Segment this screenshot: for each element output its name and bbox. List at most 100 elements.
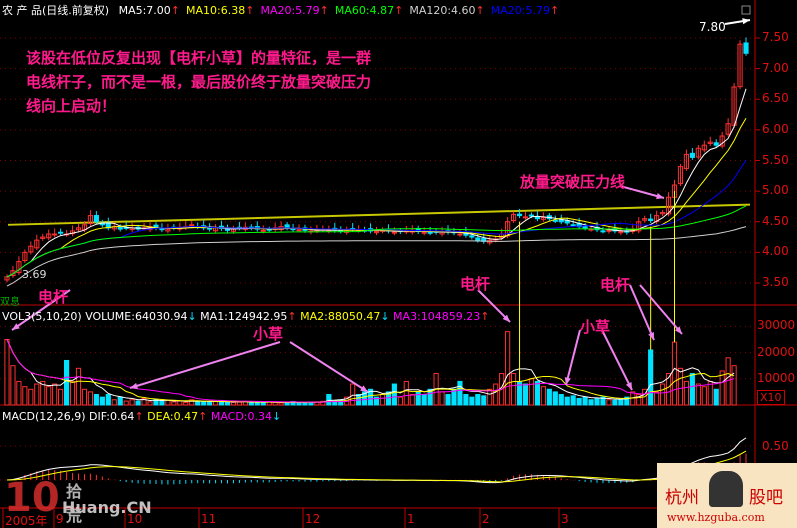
ma60-line	[6, 205, 747, 278]
volume-bar	[99, 396, 105, 406]
volume-tick: 10000	[757, 370, 796, 385]
macd-value: MACD:0.34	[210, 410, 272, 423]
volume-bar	[654, 391, 660, 406]
volume-bar	[236, 401, 243, 406]
volume-bar	[165, 399, 171, 406]
macd-header: MACD(12,26,9) DIF:0.64↑ DEA:0.47↑ MACD:0…	[2, 410, 281, 423]
candle	[600, 230, 606, 233]
ma-indicator: MA120:4.60	[409, 4, 476, 17]
arrow-up-icon: ↑	[394, 4, 404, 17]
ma-indicator: MA5:7.00	[118, 4, 171, 17]
volume-bar	[439, 391, 445, 406]
candle	[552, 219, 558, 222]
volume-bar	[58, 388, 64, 406]
macd-title: MACD(12,26,9)	[2, 410, 86, 423]
volume-bar	[546, 388, 552, 406]
candle	[93, 215, 99, 223]
arrow-icon	[129, 341, 281, 389]
date-tick: 2	[482, 512, 490, 526]
volume-title: VOL3(5,10,20)	[2, 310, 82, 323]
arrow-up-icon: ↑	[319, 4, 329, 17]
ma10-line	[6, 117, 747, 278]
volume-bar	[522, 383, 529, 406]
volume-bar	[469, 396, 475, 406]
volume-bar	[296, 402, 302, 406]
volume-bar	[22, 386, 28, 406]
volume-bar	[111, 399, 117, 406]
volume-bar	[28, 388, 34, 406]
volume-bar	[731, 365, 737, 406]
candle	[570, 224, 576, 227]
volume-tick: 20000	[757, 344, 796, 359]
arrow-up-icon: ↑	[480, 310, 490, 323]
candle	[558, 219, 564, 223]
candle	[58, 231, 64, 234]
volume-bar	[183, 401, 189, 406]
volume-bar	[350, 383, 356, 406]
volume-bar	[457, 380, 463, 406]
candle	[689, 152, 695, 158]
volume-bar	[224, 401, 231, 406]
volume-tick: 30000	[757, 318, 796, 333]
volume-bar	[582, 396, 588, 406]
price-tick: 4.00	[762, 244, 789, 259]
info-marker[interactable]: 双息	[0, 293, 20, 308]
volume-bar	[719, 370, 725, 406]
volume-bar	[671, 341, 678, 406]
volume-bar	[564, 396, 570, 406]
volume-bar	[648, 349, 654, 406]
volume-bar	[528, 378, 535, 406]
volume-bar	[159, 400, 165, 406]
volume-bar	[397, 396, 403, 406]
price-tick: 7.00	[762, 60, 789, 75]
note-line: 该股在低位反复出现【电杆小草】的量特征，是一群	[26, 49, 372, 67]
macd-tick: 0.50	[762, 439, 789, 453]
volume-bar	[701, 386, 707, 406]
high-price-label: 7.80	[699, 20, 726, 34]
main-header: 农 产 品(日线.前复权) MA5:7.00↑ MA10:6.38↑ MA20:5.…	[2, 2, 559, 18]
watermark-left: 10 拾荒网 Huang.CN	[4, 475, 152, 525]
volume-bar	[87, 391, 94, 406]
volume-ma2: MA2:88050.47	[300, 310, 381, 323]
volume-bar	[612, 399, 618, 406]
candle	[713, 142, 719, 146]
volume-bar	[10, 365, 16, 406]
volume-bar	[683, 380, 690, 406]
volume-ma3: MA3:104859.23	[393, 310, 481, 323]
candle	[743, 42, 749, 54]
candle	[189, 224, 195, 227]
volume-bar	[177, 400, 183, 406]
candle	[475, 237, 481, 241]
volume-bar	[63, 359, 70, 406]
volume-bar	[46, 386, 52, 406]
volume-bar	[171, 401, 177, 406]
volume-bar	[403, 380, 409, 406]
volume-value: VOLUME:64030.94	[85, 310, 188, 323]
volume-bar	[105, 394, 111, 406]
date-tick: 12	[305, 512, 321, 526]
arrow-icon	[601, 329, 633, 391]
volume-bar	[201, 401, 207, 406]
candle	[421, 231, 427, 234]
volume-bar	[481, 395, 487, 406]
price-tick: 5.00	[762, 183, 789, 198]
stock-chart-window: 农 产 品(日线.前复权) MA5:7.00↑ MA10:6.38↑ MA20:5.…	[0, 0, 797, 528]
volume-scale-button[interactable]: X10	[757, 390, 785, 405]
volume-bar	[505, 331, 511, 406]
candle	[391, 231, 397, 234]
grass-label: 小草	[253, 325, 284, 343]
volume-bar	[129, 399, 135, 406]
arrow-icon	[289, 341, 369, 393]
volume-bar	[75, 367, 82, 406]
volume-bar	[147, 401, 153, 406]
arrow-up-icon: ↑	[245, 4, 255, 17]
pole-label: 电杆	[460, 275, 491, 293]
volume-bar	[689, 373, 695, 406]
volume-bar	[409, 394, 415, 406]
ma120-line	[6, 226, 747, 287]
date-tick: 11	[201, 512, 217, 526]
arrow-icon	[565, 329, 581, 386]
ma-indicator: MA20:5.79	[260, 4, 320, 17]
candle	[582, 226, 588, 229]
candle	[522, 216, 529, 219]
